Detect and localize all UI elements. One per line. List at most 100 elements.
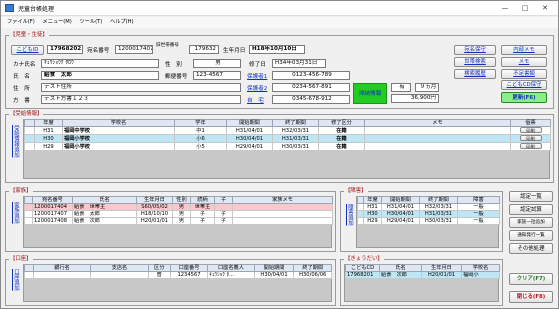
add-disability-tab[interactable]: 障害追加 (344, 204, 353, 226)
app-window: 児童台帳処理 — □ ✕ ファイル(F) メニュー(M) ツール(T) ヘルプ(… (0, 0, 559, 309)
col-sheet: 個票 (510, 119, 551, 127)
print-button[interactable]: 印刷 (519, 143, 542, 149)
address-maintenance-button[interactable]: 宛名保守 (454, 45, 496, 55)
bank-header-row: 銀行名 支店名 区分 口座番号 口座名義人 開始期間 終了期間 (24, 264, 332, 272)
print-button[interactable]: 印刷 (519, 127, 542, 133)
close-window-button[interactable]: ✕ (535, 3, 555, 14)
sibling-table: こどもCD 氏名 生年月日 学校名 17968201 給食 次郎 H20/01/… (345, 264, 500, 279)
zip-field[interactable]: 123-4567 (193, 71, 241, 80)
add-family-tab[interactable]: 家族追加 (10, 202, 19, 224)
clear-button[interactable]: クリア(F7) (509, 273, 553, 285)
table-row[interactable]: 普 1234567 ｷｭｳｼｮｸ ﾀ... H30/04/01 H30/06/0… (24, 271, 332, 279)
school-label: 方 書 (13, 98, 30, 104)
table-row[interactable]: 17968201 給食 次郎 H20/01/01 福岡小 (345, 271, 500, 279)
add-bank-tab[interactable]: 口座追加 (10, 269, 19, 291)
family-header-row: 宛名番号 氏名 生年月日 性別 続柄 子 家族メモ (24, 196, 333, 204)
addr-field[interactable]: テスト住所 (41, 83, 241, 92)
print-button[interactable]: 印刷 (519, 135, 542, 141)
internal-memo-button[interactable]: 内部メモ (501, 45, 547, 55)
bulk-add-family-button[interactable]: 家族一括追加 (509, 217, 553, 228)
menu-file[interactable]: ファイル(F) (7, 17, 35, 28)
table-row[interactable]: H31 福岡中学校 中1 H31/04/01 H32/03/31 在籍 印刷 (24, 126, 551, 135)
menu-menu[interactable]: メニュー(M) (43, 17, 72, 28)
arrears-tag[interactable]: 滞納情報 (353, 83, 387, 104)
disability-section-title: 【障害】 (344, 186, 368, 194)
col-end: 終了期間 (272, 119, 319, 127)
guardian-no-label: 旧世帯番号 (156, 43, 179, 48)
home-link[interactable]: 自 宅 (247, 96, 264, 104)
child-cd-maintenance-button[interactable]: こどもCD保守 (501, 80, 547, 90)
table-row[interactable]: H30 福岡小学校 小6 H30/04/01 H31/03/31 在籍 印刷 (24, 134, 551, 143)
grad-label: 修了日 (249, 62, 266, 68)
notice-issue-list-button[interactable]: 通知発行一覧 (509, 230, 553, 241)
bank-section-title: 【口座】 (9, 254, 33, 262)
table-row[interactable]: H30 H30/04/01 H31/03/31 一般 (357, 210, 500, 218)
sibling-section-title: 【きょうだい】 (344, 254, 384, 262)
guardian2-phone[interactable]: 0234-567-891 (272, 83, 350, 92)
birth-label: 生年月日 (223, 48, 246, 54)
family-table: 宛名番号 氏名 生年月日 性別 続柄 子 家族メモ 1200017404 給食 … (24, 196, 333, 225)
sex-label: 性 別 (165, 62, 182, 68)
guardian1-phone[interactable]: 0123-456-789 (272, 71, 350, 80)
zip-label: 郵便番号 (165, 74, 188, 80)
guardian1-link[interactable]: 保護者1 (247, 72, 267, 80)
arrears-flag: 有 (391, 83, 411, 92)
table-row[interactable]: 1200017404 給食 世帯主 S60/05/02 男 世帯主 (24, 203, 333, 211)
address-no-field[interactable]: 1200017407 (115, 45, 153, 54)
col-start: 開始期間 (226, 119, 273, 127)
arrears-amount: 36,900円 (391, 94, 439, 103)
child-id-field[interactable]: 17968202 (47, 45, 83, 54)
addr-label: 住 所 (13, 86, 30, 92)
kana-field[interactable]: ｷｭｳｼｮｳｸ ﾀﾛｳ (41, 59, 159, 68)
app-icon (5, 4, 14, 12)
school-field[interactable]: テスト方書１２３ (41, 95, 241, 104)
menu-tools[interactable]: ツール(T) (80, 17, 103, 28)
add-enrollment-tab[interactable]: 受給情報追加 (10, 125, 19, 157)
sex-field[interactable]: 男 (193, 59, 241, 68)
table-row[interactable]: H29 H29/04/01 H30/03/31 一般 (357, 217, 500, 225)
missing-documents-button[interactable]: 不足書類 (501, 69, 547, 79)
title-bar: 児童台帳処理 — □ ✕ (1, 1, 558, 16)
menu-bar: ファイル(F) メニュー(M) ツール(T) ヘルプ(H) (1, 17, 558, 28)
arrears-months: ９ヵ月 (415, 83, 439, 92)
table-row[interactable]: H31 H31/04/01 H32/03/31 一般 (357, 203, 500, 211)
col-grade: 学年 (174, 119, 227, 127)
menu-help[interactable]: ヘルプ(H) (110, 17, 134, 28)
maximize-button[interactable]: □ (515, 3, 535, 14)
sibling-header-row: こどもCD 氏名 生年月日 学校名 (345, 264, 500, 272)
table-row[interactable]: H29 福岡小学校 小5 H29/04/01 H30/03/31 在籍 印刷 (24, 142, 551, 151)
update-button[interactable]: 更新(F6) (501, 92, 547, 103)
other-processing-button[interactable]: その他処理 (509, 243, 553, 254)
name-label: 氏 名 (13, 74, 30, 80)
enrollment-header-row: 年度 学校名 学年 開始期間 終了期間 修了区分 メモ 個票 (24, 119, 551, 127)
enrollment-section-title: 【受給情報】 (9, 109, 44, 117)
address-no-label: 宛名番号 (87, 48, 110, 54)
guardian-no-field[interactable]: 179632 (189, 45, 219, 54)
birth-field[interactable]: H18年10月10日 (249, 45, 305, 54)
search-history-button[interactable]: 検索履歴 (454, 69, 496, 79)
guardian2-link[interactable]: 保護者2 (247, 84, 267, 92)
col-memo: メモ (364, 119, 511, 127)
enrollment-table: 年度 学校名 学年 開始期間 終了期間 修了区分 メモ 個票 H31 福岡中学校… (24, 119, 551, 151)
disability-header-row: 年度 開始期間 終了期間 障害 (357, 196, 500, 204)
home-phone[interactable]: 0345-678-912 (272, 95, 350, 104)
bank-table: 銀行名 支店名 区分 口座番号 口座名義人 開始期間 終了期間 普 123456… (24, 264, 332, 279)
household-search-button[interactable]: 世帯検索 (454, 57, 496, 67)
family-section-title: 【家族】 (9, 186, 33, 194)
table-row[interactable]: 1200017407 給食 太郎 H18/10/10 男 子 子 (24, 210, 333, 218)
close-button[interactable]: 閉じる(F8) (509, 291, 553, 303)
basic-section-title: 【児童・生徒】 (9, 30, 49, 38)
col-school: 学校名 (62, 119, 175, 127)
table-row[interactable]: 1200017408 給食 次郎 H20/01/01 男 子 子 (24, 217, 333, 225)
window-title: 児童台帳処理 (18, 6, 55, 13)
col-completion: 修了区分 (318, 119, 365, 127)
certification-list-button[interactable]: 認定一覧 (509, 191, 553, 202)
child-id-button[interactable]: こどもID (11, 45, 44, 55)
memo-button[interactable]: メモ (501, 57, 547, 67)
disability-table: 年度 開始期間 終了期間 障害 H31 H31/04/01 H32/03/31 … (357, 196, 500, 225)
kana-label: カナ氏名 (13, 62, 36, 68)
minimize-button[interactable]: — (495, 3, 515, 14)
name-field[interactable]: 給食 太郎 (41, 71, 159, 80)
certification-trial-button[interactable]: 認定試算 (509, 204, 553, 215)
grad-field[interactable]: H34年03月31日 (272, 59, 326, 68)
